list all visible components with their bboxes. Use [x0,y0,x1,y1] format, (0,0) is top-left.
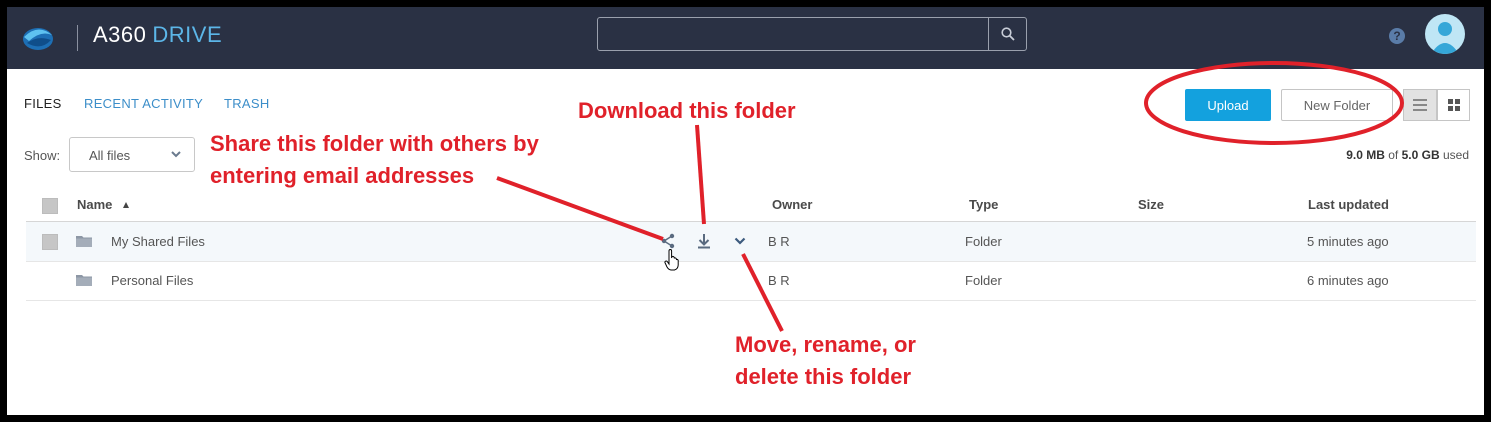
avatar[interactable] [1425,14,1465,54]
sort-ascending-icon [123,202,130,208]
select-all-checkbox[interactable] [42,198,58,214]
row-owner: B R [768,234,790,249]
tab-trash[interactable]: TRASH [224,96,270,111]
row-owner: B R [768,273,790,288]
list-view-button[interactable] [1403,89,1437,121]
chevron-down-icon [171,151,181,158]
storage-usage: 9.0 MB of 5.0 GB used [1346,148,1469,162]
column-owner[interactable]: Owner [772,197,812,212]
column-size[interactable]: Size [1138,197,1164,212]
row-type: Folder [965,234,1002,249]
help-icon[interactable]: ? [1389,28,1405,44]
row-last-updated: 6 minutes ago [1307,273,1389,288]
table-row[interactable]: My Shared Files B R Folder 5 minutes ago [26,222,1476,271]
annotation-move-line1: Move, rename, or [735,332,916,357]
annotation-download: Download this folder [578,98,796,123]
download-icon[interactable] [696,233,712,249]
column-name[interactable]: Name [77,197,130,212]
row-type: Folder [965,273,1002,288]
annotation-move: Move, rename, or delete this folder [735,329,916,393]
brand-secondary: DRIVE [152,22,223,47]
grid-view-icon [1447,99,1460,111]
row-last-updated: 5 minutes ago [1307,234,1389,249]
file-filter-value: All files [89,148,131,163]
annotation-move-line2: delete this folder [735,364,912,389]
new-folder-button[interactable]: New Folder [1281,89,1393,121]
list-view-icon [1413,99,1427,111]
search-button[interactable] [988,18,1026,50]
top-bar: A360 DRIVE ? [7,7,1484,69]
annotation-share: Share this folder with others by enterin… [210,128,539,192]
folder-icon [76,275,92,286]
storage-of: of [1388,148,1399,162]
grid-view-button[interactable] [1437,89,1470,121]
brand-divider [77,25,78,51]
tab-files[interactable]: FILES [24,96,62,111]
app-title: A360 DRIVE [93,22,222,48]
table-header: Name Owner Type Size Last updated [26,191,1476,222]
column-last-updated[interactable]: Last updated [1308,197,1389,212]
row-name[interactable]: My Shared Files [111,234,205,249]
tab-recent-activity[interactable]: RECENT ACTIVITY [84,96,203,111]
user-icon [1431,22,1459,54]
upload-button[interactable]: Upload [1185,89,1271,121]
row-name[interactable]: Personal Files [111,273,193,288]
table-row[interactable]: Personal Files B R Folder 6 minutes ago [26,261,1476,301]
storage-total: 5.0 GB [1401,148,1440,162]
share-icon[interactable] [660,233,676,249]
storage-suffix: used [1442,148,1469,162]
annotation-share-line1: Share this folder with others by [210,131,539,156]
folder-icon [76,236,92,247]
chevron-down-icon[interactable] [734,236,746,246]
screenshot-frame: A360 DRIVE ? FILES RECENT ACTIVITY TRASH … [7,7,1484,415]
storage-used: 9.0 MB [1346,148,1385,162]
column-type[interactable]: Type [969,197,998,212]
search-input[interactable] [597,17,1027,51]
file-filter-select[interactable]: All files [69,137,195,172]
search-icon [1000,27,1015,41]
show-label: Show: [24,148,61,163]
brand-primary: A360 [93,22,147,47]
row-checkbox[interactable] [42,234,58,250]
annotation-share-line2: entering email addresses [210,163,475,188]
autodesk-logo-icon[interactable] [21,21,55,55]
column-name-label: Name [77,197,113,212]
